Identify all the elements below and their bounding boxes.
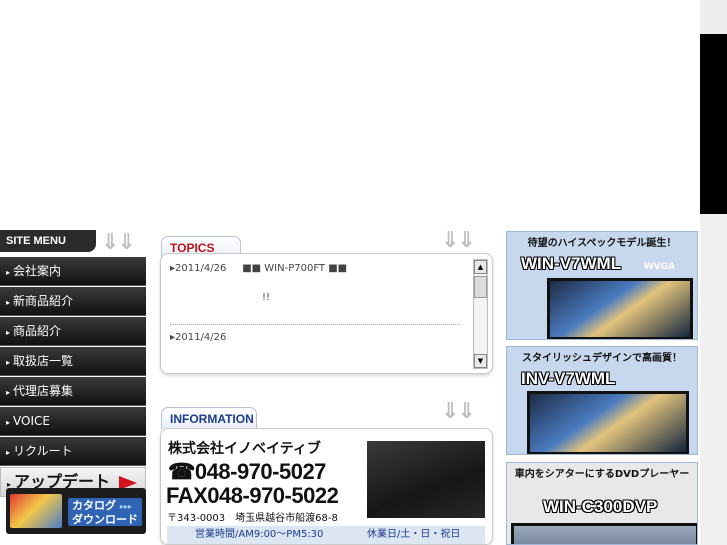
product-image bbox=[511, 523, 697, 544]
banner-badge: WVGA bbox=[643, 262, 675, 272]
topic-note: !! bbox=[262, 292, 271, 303]
site-menu: ▸ 会社案内 ▸ 新商品紹介 ▸ 商品紹介 ▸ 取扱店一覧 ▸ 代理店募集 ▸ VOICE … bbox=[0, 257, 146, 498]
bullet-icon: ▸ bbox=[6, 448, 11, 457]
bullet-icon: ▸ bbox=[6, 388, 11, 397]
business-hours: 営業時間/AM9:00～PM5:30 bbox=[195, 529, 324, 540]
catalog-download-label: カタログ ▸▸▸ ダウンロード bbox=[68, 498, 142, 526]
down-arrows-icon: ⇓⇓ bbox=[441, 228, 476, 253]
topics-scrollbar[interactable]: ▲ ▼ bbox=[473, 259, 488, 369]
scroll-down-icon[interactable]: ▼ bbox=[474, 354, 487, 368]
fax-number: FAX048-970-5022 bbox=[166, 483, 339, 508]
topic-item[interactable]: ▸2011/4/26 ■■ WIN-P700FT ■■ bbox=[170, 263, 347, 274]
banner-win-c300dvp[interactable]: 車内をシアターにするDVDプレーヤー WIN-C300DVP bbox=[506, 462, 698, 545]
company-address: 〒343-0003 埼玉県越谷市船渡68-8 bbox=[167, 513, 338, 524]
bullet-icon: ▸ bbox=[6, 268, 11, 277]
information-tab: INFORMATION bbox=[161, 407, 257, 429]
bullet-icon: ▸ bbox=[6, 358, 11, 367]
scrollbar-thumb[interactable] bbox=[700, 34, 727, 214]
menu-item-products[interactable]: ▸ 商品紹介 bbox=[0, 317, 146, 346]
business-hours-bar: 営業時間/AM9:00～PM5:30 休業日/土・日・祝日 bbox=[167, 526, 485, 544]
banner-model: INV-V7WML bbox=[521, 369, 616, 388]
scrollbar-track[interactable] bbox=[700, 214, 727, 545]
menu-item-company[interactable]: ▸ 会社案内 bbox=[0, 257, 146, 286]
company-name: 株式会社イノベイティブ bbox=[168, 441, 321, 457]
banner-caption: 待望のハイスペックモデル誕生！ bbox=[527, 238, 677, 249]
catalog-thumbnail-icon bbox=[10, 494, 62, 528]
topic-divider bbox=[170, 324, 460, 325]
banner-caption: スタイリッシュデザインで高画質！ bbox=[522, 353, 682, 364]
product-image bbox=[527, 391, 689, 454]
down-arrows-icon: ⇓⇓ bbox=[101, 230, 136, 255]
topic-item[interactable]: ▸2011/4/26 bbox=[170, 332, 226, 343]
phone-icon: ☎ bbox=[168, 459, 195, 484]
bullet-icon: ▸ bbox=[6, 328, 11, 337]
banner-model: WIN-V7WML bbox=[521, 254, 622, 273]
catalog-download-button[interactable]: カタログ ▸▸▸ ダウンロード bbox=[6, 488, 146, 534]
shop-photo bbox=[367, 441, 485, 518]
menu-item-new-products[interactable]: ▸ 新商品紹介 bbox=[0, 287, 146, 316]
banner-model: WIN-C300DVP bbox=[543, 497, 658, 516]
menu-item-voice[interactable]: ▸ VOICE bbox=[0, 407, 146, 436]
site-menu-title: SITE MENU bbox=[0, 230, 96, 252]
scrollbar-top bbox=[700, 0, 727, 34]
scroll-thumb[interactable] bbox=[474, 276, 487, 298]
banner-win-v7wml[interactable]: 待望のハイスペックモデル誕生！ WIN-V7WML WVGA bbox=[506, 231, 698, 340]
holidays: 休業日/土・日・祝日 bbox=[367, 529, 461, 540]
scroll-up-icon[interactable]: ▲ bbox=[474, 260, 487, 274]
bullet-icon: ▸ bbox=[6, 418, 11, 427]
down-arrows-icon: ⇓⇓ bbox=[441, 399, 476, 424]
menu-item-recruit[interactable]: ▸ リクルート bbox=[0, 437, 146, 466]
product-image bbox=[547, 278, 693, 339]
bullet-icon: ▸ bbox=[6, 298, 11, 307]
menu-item-agency[interactable]: ▸ 代理店募集 bbox=[0, 377, 146, 406]
banner-caption: 車内をシアターにするDVDプレーヤー bbox=[514, 469, 690, 480]
menu-item-dealers[interactable]: ▸ 取扱店一覧 bbox=[0, 347, 146, 376]
banner-inv-v7wml[interactable]: スタイリッシュデザインで高画質！ INV-V7WML bbox=[506, 346, 698, 455]
phone-number: ☎048-970-5027 bbox=[168, 459, 326, 484]
